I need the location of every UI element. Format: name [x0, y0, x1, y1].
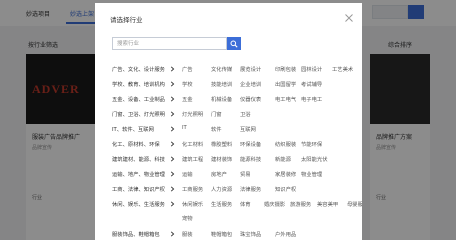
subcategory-item[interactable]: 灯光照明 — [182, 110, 203, 118]
industry-search-input[interactable] — [112, 37, 227, 50]
subcategory-item[interactable]: 太阳能光伏 — [301, 155, 328, 163]
subcategory-item[interactable]: 节能环保 — [301, 140, 322, 148]
search-button[interactable] — [227, 37, 241, 50]
subcategory-item[interactable]: 建材装饰 — [211, 155, 232, 163]
category-name[interactable]: 学校、教育、培训机构 — [112, 80, 165, 88]
subcategory-item[interactable]: 园林设计 — [301, 65, 322, 73]
category-row: 学校、教育、培训机构 学校 技能培训 企业培训 出国留学 考试辅导 — [95, 78, 362, 93]
subcategory-item[interactable]: 鞋帽箱包 — [211, 230, 232, 238]
category-name[interactable]: 服装饰品、鞋帽箱包 — [112, 230, 160, 238]
subcategory-item[interactable]: 广告 — [182, 65, 193, 73]
category-row: 广告、文化、设计服务 广告 文化传媒 展览设计 印刷包装 园林设计 工艺美术 — [95, 63, 362, 78]
subcategory-item[interactable]: 法律服务 — [240, 185, 261, 193]
chevron-right-icon[interactable] — [170, 111, 175, 117]
chevron-right-icon[interactable] — [170, 201, 175, 207]
category-row: 门窗、卫浴、灯光照明 灯光照明 门窗 卫浴 — [95, 108, 362, 123]
subcategory-item[interactable]: 机械设备 — [211, 95, 232, 103]
subcategory-item[interactable]: 互联网 — [240, 125, 256, 133]
subcategory-item[interactable]: 化工材料 — [182, 140, 203, 148]
subcategory-item[interactable]: 旅游服务 — [290, 200, 311, 208]
search-icon — [230, 40, 238, 48]
chevron-right-icon[interactable] — [170, 66, 175, 72]
subcategory-item[interactable]: 服装 — [182, 230, 193, 238]
chevron-right-icon[interactable] — [170, 96, 175, 102]
subcategory-item[interactable]: IT — [182, 125, 187, 131]
chevron-right-icon[interactable] — [170, 126, 175, 132]
subcategory-item[interactable]: 新能源 — [275, 155, 291, 163]
category-name[interactable]: 运输、地产、物业管理 — [112, 170, 165, 178]
subcategory-item[interactable]: 学校 — [182, 80, 193, 88]
subcategory-item[interactable]: 房地产 — [211, 170, 227, 178]
subcategory-item[interactable]: 橡胶塑料 — [211, 140, 232, 148]
subcategory-item[interactable]: 企业培训 — [240, 80, 261, 88]
subcategory-item[interactable]: 文化传媒 — [211, 65, 232, 73]
subcategory-item[interactable]: 纺织服装 — [275, 140, 296, 148]
subcategory-item[interactable]: 母婴服务 — [347, 200, 362, 208]
subcategory-item[interactable]: 婚庆摄影 — [264, 200, 285, 208]
category-name[interactable]: 门窗、卫浴、灯光照明 — [112, 110, 165, 118]
category-name[interactable]: 广告、文化、设计服务 — [112, 65, 165, 73]
subcategory-item[interactable]: 珠宝饰品 — [240, 230, 261, 238]
subcategory-item[interactable]: 建筑工程 — [182, 155, 203, 163]
subcategory-item[interactable]: 体育 — [240, 200, 251, 208]
subcategory-item[interactable]: 贸易 — [240, 170, 251, 178]
subcategory-item[interactable]: 电工电气 — [275, 95, 296, 103]
category-name[interactable]: 化工、原材料、环保 — [112, 140, 160, 148]
category-list: 广告、文化、设计服务 广告 文化传媒 展览设计 印刷包装 园林设计 工艺美术学校、教育、培训… — [95, 63, 362, 240]
subcategory-item[interactable]: 环保设备 — [240, 140, 261, 148]
subcategory-item[interactable]: 人力资源 — [211, 185, 232, 193]
category-row: 建筑建材、能源、科技 建筑工程 建材装饰 能源科技 新能源 太阳能光伏 — [95, 153, 362, 168]
subcategory-item[interactable]: 展览设计 — [240, 65, 261, 73]
subcategory-item[interactable]: 户外用品 — [275, 230, 296, 238]
subcategory-item[interactable]: 家居装修 — [275, 170, 296, 178]
subcategory-item[interactable]: 运输 — [182, 170, 193, 178]
subcategory-item[interactable]: 美容美甲 — [317, 200, 338, 208]
subcategory-item[interactable]: 知识产权 — [275, 185, 296, 193]
category-row: 休闲、娱乐、生活服务休闲娱乐生活服务体育婚庆摄影旅游服务美容美甲母婴服务酒店宠物 — [95, 198, 362, 228]
subcategory-item[interactable]: 考试辅导 — [301, 80, 322, 88]
subcategory-item[interactable]: 能源科技 — [240, 155, 261, 163]
subcategory-item[interactable]: 出国留学 — [275, 80, 296, 88]
subcategory-item[interactable]: 工商服务 — [182, 185, 203, 193]
chevron-right-icon[interactable] — [170, 186, 175, 192]
close-icon[interactable] — [342, 10, 356, 24]
subcategory-item[interactable]: 印刷包装 — [275, 65, 296, 73]
chevron-right-icon[interactable] — [170, 231, 175, 237]
category-row: 工商、法律、知识产权 工商服务 人力资源 法律服务 知识产权 — [95, 183, 362, 198]
category-row: 五金、设备、工业制品 五金 机械设备 仪器仪表 电工电气 电子电工 — [95, 93, 362, 108]
category-name[interactable]: 休闲、娱乐、生活服务 — [112, 200, 165, 208]
category-row: 服装饰品、鞋帽箱包 服装 鞋帽箱包 珠宝饰品 户外用品 — [95, 228, 362, 240]
subcategory-item[interactable]: 仪器仪表 — [240, 95, 261, 103]
category-row: 运输、地产、物业管理 运输 房地产 贸易 家居装修 物业管理 — [95, 168, 362, 183]
subcategory-item[interactable]: 休闲娱乐 — [182, 200, 203, 208]
chevron-right-icon[interactable] — [170, 81, 175, 87]
modal-title: 请选择行业 — [110, 16, 143, 24]
category-row: 化工、原材料、环保 化工材料 橡胶塑料 环保设备 纺织服装 节能环保 — [95, 138, 362, 153]
category-name[interactable]: 工商、法律、知识产权 — [112, 185, 165, 193]
subcategory-item[interactable]: 工艺美术 — [332, 65, 353, 73]
subcategory-item[interactable]: 宠物 — [182, 214, 193, 222]
industry-picker-modal: 请选择行业 广告、文化、设计服务 广告 文化传媒展览设计 印刷包装园林设计 工艺美术学校… — [95, 3, 362, 240]
category-name[interactable]: 五金、设备、工业制品 — [112, 95, 165, 103]
subcategory-item[interactable]: 生活服务 — [211, 200, 232, 208]
category-name[interactable]: 建筑建材、能源、科技 — [112, 155, 165, 163]
chevron-right-icon[interactable] — [170, 171, 175, 177]
chevron-right-icon[interactable] — [170, 141, 175, 147]
category-name[interactable]: IT、软件、互联网 — [112, 125, 154, 133]
chevron-right-icon[interactable] — [170, 156, 175, 162]
subcategory-item[interactable]: 五金 — [182, 95, 193, 103]
subcategory-item[interactable]: 门窗 — [211, 110, 222, 118]
subcategory-item[interactable]: 技能培训 — [211, 80, 232, 88]
subcategory-item[interactable]: 卫浴 — [240, 110, 251, 118]
subcategory-item[interactable]: 物业管理 — [301, 170, 322, 178]
subcategory-item[interactable]: 软件 — [211, 125, 222, 133]
subcategory-item[interactable]: 电子电工 — [301, 95, 322, 103]
category-row: IT、软件、互联网 IT 软件 互联网 — [95, 123, 362, 138]
